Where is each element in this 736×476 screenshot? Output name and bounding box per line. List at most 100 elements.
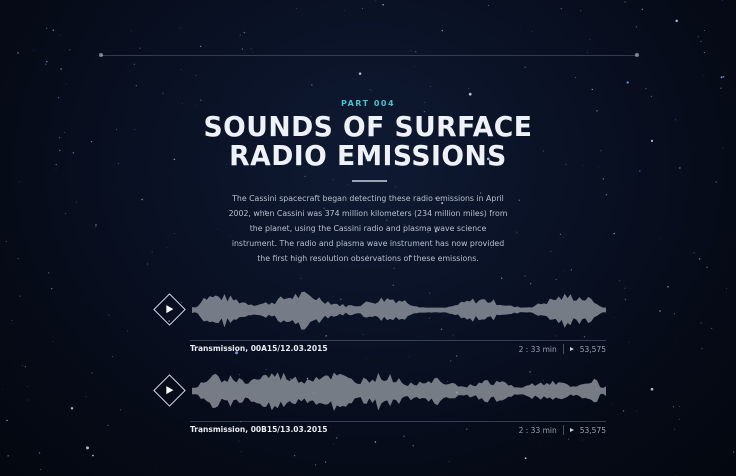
star	[624, 298, 627, 301]
star	[679, 406, 680, 407]
star	[217, 228, 218, 230]
star	[65, 83, 67, 85]
star	[626, 81, 629, 84]
star	[304, 175, 306, 178]
star	[487, 5, 489, 7]
star	[38, 452, 41, 454]
star	[700, 40, 702, 43]
star	[51, 288, 53, 290]
star	[174, 233, 175, 234]
star	[711, 327, 713, 330]
star	[587, 51, 588, 53]
star	[591, 88, 593, 91]
star	[564, 270, 565, 272]
star	[151, 251, 153, 253]
waveform[interactable]	[192, 289, 606, 331]
star	[613, 232, 615, 235]
star	[580, 10, 582, 12]
star	[722, 147, 724, 149]
star	[375, 0, 376, 2]
star	[639, 170, 641, 172]
description: The Cassini spacecraft began detecting t…	[228, 194, 508, 263]
track-name: Transmission, 00A15/12.03.2015	[190, 344, 328, 353]
audio-track: Transmission, 00A15/12.03.2015 2 : 33 mi…	[153, 289, 606, 359]
star	[530, 283, 532, 285]
star	[369, 89, 371, 91]
star	[650, 387, 654, 391]
star	[524, 275, 526, 277]
star	[59, 34, 61, 36]
star	[17, 52, 19, 54]
star	[645, 88, 647, 90]
star	[697, 36, 699, 38]
star	[180, 68, 182, 70]
star	[60, 68, 62, 70]
track-duration: 2 : 33 min	[518, 344, 557, 354]
star	[358, 72, 362, 75]
star	[450, 360, 452, 362]
star	[344, 9, 346, 11]
star	[448, 460, 451, 463]
star	[393, 267, 395, 269]
star	[415, 51, 417, 53]
star	[76, 201, 78, 203]
star	[562, 236, 564, 238]
star	[635, 410, 637, 412]
star	[732, 451, 735, 453]
star	[95, 225, 97, 227]
play-count: 53,575	[579, 425, 606, 435]
divider-dot	[635, 53, 639, 57]
title-line: RADIO EMISSIONS	[229, 139, 507, 172]
top-divider	[99, 53, 639, 57]
star	[611, 403, 613, 404]
star	[703, 52, 705, 54]
star	[515, 231, 518, 233]
star	[624, 1, 626, 3]
star	[295, 8, 297, 10]
star	[667, 286, 669, 288]
star	[635, 26, 638, 28]
star	[200, 45, 202, 47]
star	[720, 76, 723, 79]
star	[413, 66, 415, 68]
star	[39, 468, 42, 471]
star	[468, 92, 472, 96]
star	[48, 272, 50, 274]
star	[7, 455, 9, 457]
star	[112, 356, 113, 357]
star	[715, 181, 717, 183]
star	[315, 464, 317, 466]
star	[722, 76, 725, 78]
star	[672, 406, 675, 408]
star	[238, 440, 240, 442]
star	[294, 454, 296, 457]
star	[679, 418, 681, 420]
star	[555, 279, 557, 280]
meta-separator	[562, 344, 564, 354]
star	[622, 410, 625, 412]
star	[641, 8, 643, 10]
star	[46, 60, 48, 63]
star	[5, 240, 8, 243]
star	[6, 419, 8, 422]
star	[693, 252, 695, 254]
star	[574, 77, 576, 78]
star	[702, 75, 704, 77]
star	[659, 310, 661, 312]
star	[673, 313, 675, 315]
star	[52, 29, 54, 31]
star	[28, 399, 29, 401]
star	[155, 467, 157, 468]
play-button[interactable]	[153, 293, 186, 326]
star	[602, 178, 605, 180]
star	[240, 451, 242, 453]
star	[179, 27, 181, 29]
star	[412, 445, 414, 447]
star	[195, 75, 197, 77]
star	[2, 389, 4, 391]
star	[166, 246, 168, 248]
waveform[interactable]	[192, 370, 606, 412]
star	[95, 224, 97, 226]
play-button[interactable]	[153, 374, 186, 407]
star	[539, 446, 541, 447]
